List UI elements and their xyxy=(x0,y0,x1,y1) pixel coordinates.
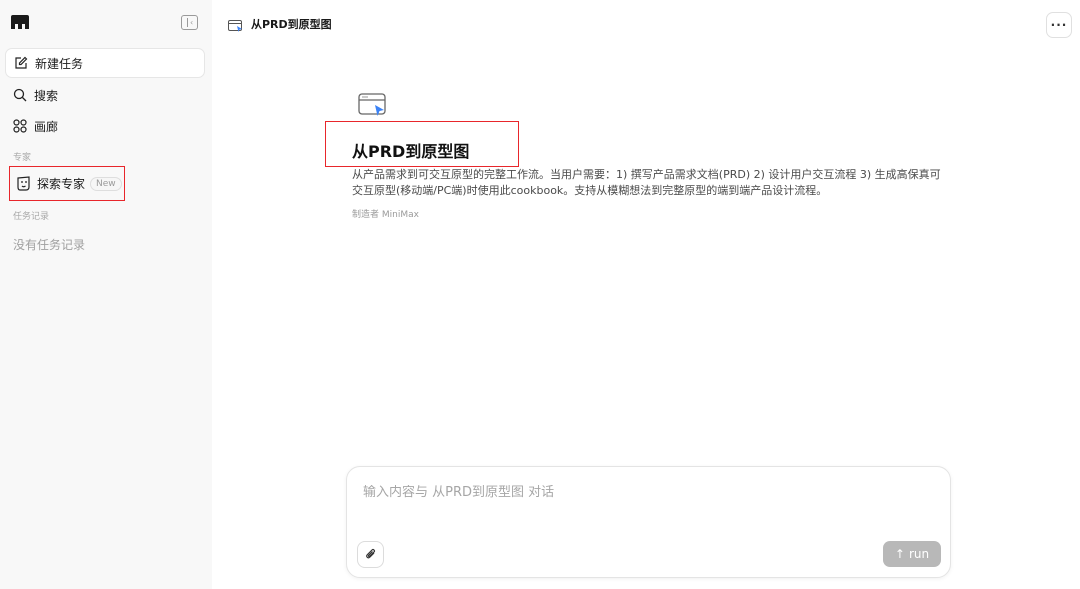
window-cursor-icon xyxy=(358,93,386,119)
sidebar: ‹ 新建任务 搜索 画廊 专家 探索专家 New 任务记录 没有任务记录 xyxy=(0,0,212,589)
experts-section-label: 专家 xyxy=(13,153,32,163)
page-title: 从PRD到原型图 xyxy=(251,18,332,31)
chat-input[interactable] xyxy=(363,485,923,500)
explore-experts-button[interactable]: 探索专家 New xyxy=(9,166,125,201)
app-logo-icon[interactable] xyxy=(10,15,30,30)
run-button[interactable]: ↑ run xyxy=(883,541,941,567)
gallery-button[interactable]: 画廊 xyxy=(5,111,205,141)
edit-icon xyxy=(13,55,29,71)
history-section-label: 任务记录 xyxy=(13,212,50,222)
arrow-up-icon: ↑ xyxy=(894,547,905,561)
more-options-button[interactable]: ··· xyxy=(1046,12,1072,38)
expert-author: 制造者 MiniMax xyxy=(352,210,419,220)
expert-icon xyxy=(16,175,32,192)
empty-history-text: 没有任务记录 xyxy=(13,238,86,252)
expert-title: 从PRD到原型图 xyxy=(352,142,470,161)
new-task-button[interactable]: 新建任务 xyxy=(5,48,205,78)
attach-button[interactable] xyxy=(357,541,384,568)
sidebar-collapse-icon[interactable]: ‹ xyxy=(181,15,198,30)
new-badge: New xyxy=(90,176,122,191)
search-icon xyxy=(12,87,28,103)
gallery-label: 画廊 xyxy=(34,119,59,134)
run-label: run xyxy=(908,547,930,561)
chat-composer: ↑ run xyxy=(346,466,951,578)
window-cursor-icon xyxy=(228,18,243,32)
new-task-label: 新建任务 xyxy=(35,56,84,71)
grid-icon xyxy=(12,118,28,134)
paperclip-icon xyxy=(365,545,377,564)
expert-description: 从产品需求到可交互原型的完整工作流。当用户需要：1) 撰写产品需求文档(PRD)… xyxy=(352,168,941,197)
search-button[interactable]: 搜索 xyxy=(5,80,205,110)
search-label: 搜索 xyxy=(34,88,59,103)
explore-experts-label: 探索专家 xyxy=(37,177,86,191)
